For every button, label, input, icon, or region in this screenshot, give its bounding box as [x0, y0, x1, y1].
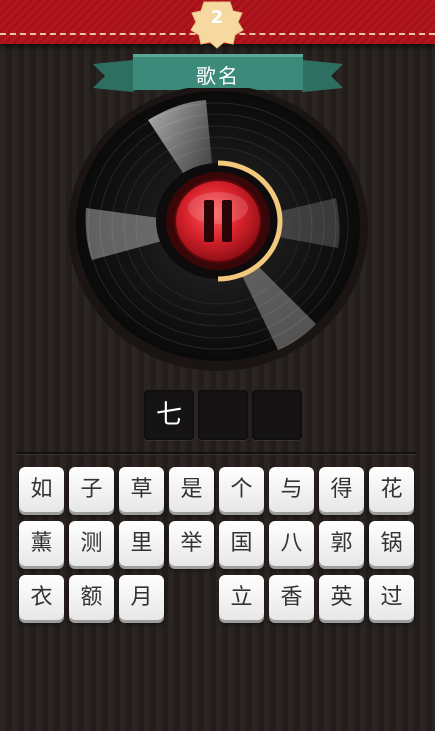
char-key[interactable]: 立 [219, 575, 264, 620]
char-key[interactable]: 郭 [319, 521, 364, 566]
char-key[interactable]: 薰 [19, 521, 64, 566]
pause-icon [204, 200, 232, 242]
char-key[interactable]: 国 [219, 521, 264, 566]
char-key[interactable]: 是 [169, 467, 214, 512]
char-key[interactable]: 与 [269, 467, 314, 512]
char-key[interactable]: 子 [69, 467, 114, 512]
play-pause-button[interactable] [175, 180, 261, 262]
char-key[interactable]: 草 [119, 467, 164, 512]
answer-slot-1[interactable]: 七 [144, 390, 194, 440]
level-number: 2 [210, 7, 224, 28]
char-key[interactable]: 额 [69, 575, 114, 620]
char-key[interactable]: 里 [119, 521, 164, 566]
answer-slot-3[interactable] [252, 390, 302, 440]
char-key[interactable]: 花 [369, 467, 414, 512]
char-key[interactable]: 八 [269, 521, 314, 566]
char-key[interactable]: 得 [319, 467, 364, 512]
char-key[interactable]: 测 [69, 521, 114, 566]
char-key[interactable]: 过 [369, 575, 414, 620]
char-key[interactable]: 个 [219, 467, 264, 512]
answer-slot-2[interactable] [198, 390, 248, 440]
char-key[interactable]: 锅 [369, 521, 414, 566]
divider [16, 452, 416, 455]
char-key[interactable]: 衣 [19, 575, 64, 620]
char-key[interactable]: 香 [269, 575, 314, 620]
char-key[interactable]: 如 [19, 467, 64, 512]
char-key[interactable]: 举 [169, 521, 214, 566]
char-key[interactable]: 英 [319, 575, 364, 620]
char-key[interactable]: 月 [119, 575, 164, 620]
category-label: 歌名 [196, 64, 240, 88]
